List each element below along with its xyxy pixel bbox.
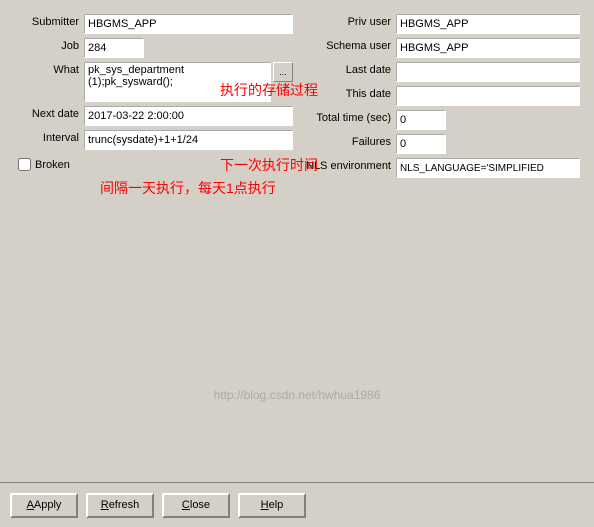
nls-label: NLS environment <box>301 158 396 172</box>
failures-row: Failures <box>301 134 580 154</box>
total-time-label: Total time (sec) <box>301 110 396 124</box>
priv-user-row: Priv user <box>301 14 580 34</box>
apply-label: AApply <box>27 499 62 511</box>
what-row: What pk_sys_department (1);pk_sysward();… <box>14 62 293 102</box>
submitter-input[interactable] <box>84 14 293 34</box>
total-time-row: Total time (sec) <box>301 110 580 130</box>
broken-row: Broken <box>14 154 293 175</box>
nls-row: NLS environment <box>301 158 580 178</box>
refresh-label: Refresh <box>101 499 140 511</box>
right-column: Priv user Schema user Last date This dat… <box>297 10 584 182</box>
schema-user-row: Schema user <box>301 38 580 58</box>
this-date-row: This date <box>301 86 580 106</box>
this-date-input[interactable] <box>396 86 580 106</box>
next-date-input[interactable] <box>84 106 293 126</box>
priv-user-label: Priv user <box>301 14 396 28</box>
interval-row: Interval <box>14 130 293 150</box>
interval-label: Interval <box>14 130 84 144</box>
job-label: Job <box>14 38 84 52</box>
submitter-row: Submitter <box>14 14 293 34</box>
last-date-row: Last date <box>301 62 580 82</box>
what-textarea[interactable]: pk_sys_department (1);pk_sysward(); <box>84 62 271 102</box>
schema-user-label: Schema user <box>301 38 396 52</box>
refresh-button[interactable]: Refresh <box>86 493 154 518</box>
help-label: Help <box>261 499 284 511</box>
next-date-label: Next date <box>14 106 84 120</box>
apply-button[interactable]: AApply <box>10 493 78 518</box>
priv-user-input[interactable] <box>396 14 580 34</box>
job-input[interactable] <box>84 38 144 58</box>
left-column: Submitter Job What pk_sys_department (1)… <box>10 10 297 182</box>
schema-user-input[interactable] <box>396 38 580 58</box>
last-date-label: Last date <box>301 62 396 76</box>
failures-label: Failures <box>301 134 396 148</box>
submitter-label: Submitter <box>14 14 84 28</box>
broken-label: Broken <box>35 159 70 171</box>
this-date-label: This date <box>301 86 396 100</box>
main-window: Submitter Job What pk_sys_department (1)… <box>0 0 594 527</box>
form-grid: Submitter Job What pk_sys_department (1)… <box>10 10 584 182</box>
job-row: Job <box>14 38 293 58</box>
failures-input[interactable] <box>396 134 446 154</box>
interval-input[interactable] <box>84 130 293 150</box>
what-expand-button[interactable]: ... <box>273 62 293 82</box>
last-date-input[interactable] <box>396 62 580 82</box>
what-label: What <box>14 62 84 76</box>
close-button[interactable]: Close <box>162 493 230 518</box>
total-time-input[interactable] <box>396 110 446 130</box>
broken-checkbox[interactable] <box>18 158 31 171</box>
next-date-row: Next date <box>14 106 293 126</box>
watermark: http://blog.csdn.net/hwhua1986 <box>214 388 381 402</box>
content-area: Submitter Job What pk_sys_department (1)… <box>0 0 594 482</box>
help-button[interactable]: Help <box>238 493 306 518</box>
button-bar: AApply Refresh Close Help <box>0 482 594 527</box>
nls-input[interactable] <box>396 158 580 178</box>
close-label: Close <box>182 499 210 511</box>
